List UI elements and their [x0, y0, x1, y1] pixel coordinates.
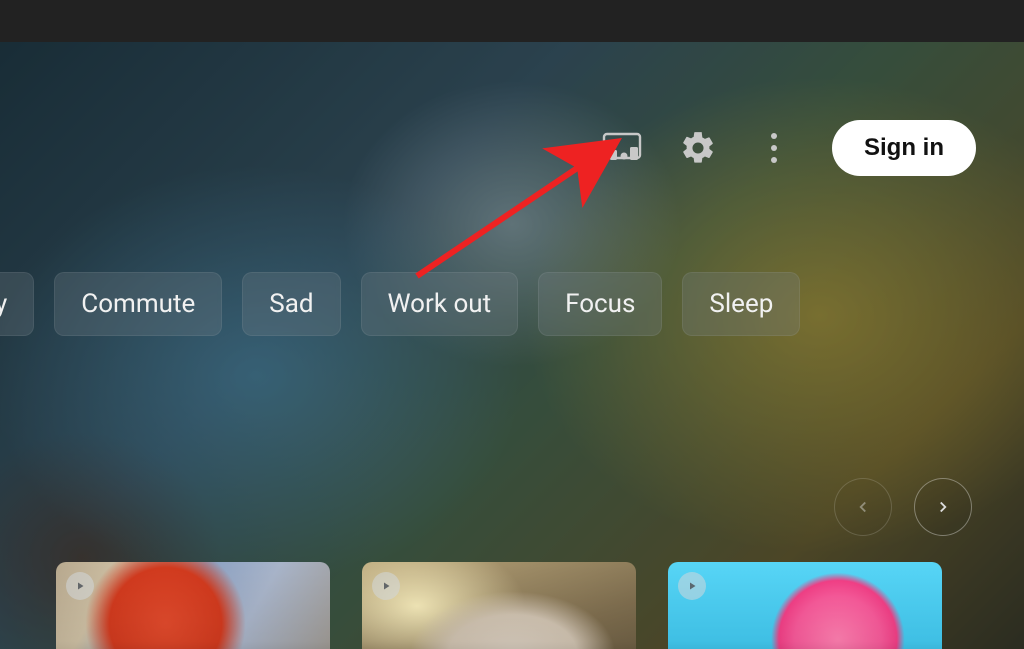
header-actions: Sign in: [598, 120, 976, 176]
main-content: Sign in rty Commute Sad Work out Focus S…: [0, 42, 1024, 649]
mood-chips-row: rty Commute Sad Work out Focus Sleep: [0, 272, 800, 336]
playlist-cards-row: Feelin' Good: Easy Mornings: Poolside Po…: [56, 562, 942, 649]
play-icon: [372, 572, 400, 600]
cast-icon[interactable]: [598, 124, 646, 172]
carousel-nav: [834, 478, 972, 536]
card-shade: [668, 562, 942, 649]
card-shade: [56, 562, 330, 649]
card-shade: [362, 562, 636, 649]
gear-icon[interactable]: [674, 124, 722, 172]
play-icon: [678, 572, 706, 600]
play-icon: [66, 572, 94, 600]
playlist-card[interactable]: Easy Mornings:: [362, 562, 636, 649]
more-options-icon[interactable]: [750, 124, 798, 172]
prev-button[interactable]: [834, 478, 892, 536]
chip-item[interactable]: Focus: [538, 272, 662, 336]
window-top-bar: [0, 0, 1024, 42]
chip-item[interactable]: Commute: [54, 272, 222, 336]
chip-item[interactable]: Work out: [361, 272, 519, 336]
next-button[interactable]: [914, 478, 972, 536]
sign-in-button[interactable]: Sign in: [832, 120, 976, 176]
playlist-card[interactable]: Poolside Pop: [668, 562, 942, 649]
chip-item[interactable]: Sleep: [682, 272, 800, 336]
playlist-card[interactable]: Feelin' Good:: [56, 562, 330, 649]
chip-item[interactable]: Sad: [242, 272, 340, 336]
chip-item[interactable]: rty: [0, 272, 34, 336]
